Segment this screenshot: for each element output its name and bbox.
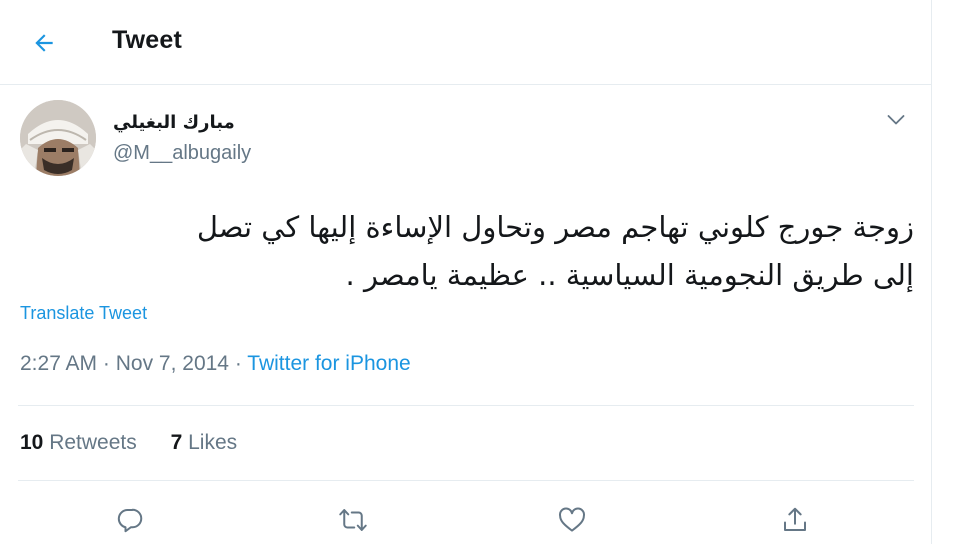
meta-separator: · bbox=[228, 352, 248, 375]
page-title: Tweet bbox=[112, 26, 182, 54]
retweets-count: 10 bbox=[20, 431, 44, 454]
translate-tweet-link[interactable]: Translate Tweet bbox=[20, 303, 147, 324]
tweet-text: زوجة جورج كلوني تهاجم مصر وتحاول الإساءة… bbox=[18, 203, 914, 299]
more-options-button[interactable] bbox=[882, 108, 910, 132]
like-button[interactable] bbox=[552, 502, 592, 538]
divider bbox=[18, 480, 914, 481]
retweets-stat[interactable]: 10 Retweets bbox=[20, 431, 137, 454]
meta-separator: · bbox=[97, 352, 116, 375]
tweet-text-line: إلى طريق النجومية السياسية .. عظيمة يامص… bbox=[345, 258, 914, 292]
likes-label: Likes bbox=[188, 431, 238, 454]
reply-button[interactable] bbox=[110, 502, 150, 538]
divider bbox=[18, 405, 914, 406]
tweet-date[interactable]: Nov 7, 2014 bbox=[116, 352, 229, 375]
author-handle[interactable]: @M__albugaily bbox=[113, 142, 251, 165]
likes-count: 7 bbox=[170, 431, 183, 454]
avatar-photo bbox=[20, 100, 96, 176]
tweet-source-link[interactable]: Twitter for iPhone bbox=[247, 352, 410, 375]
author-name[interactable]: مبارك البغيلي bbox=[113, 112, 235, 133]
retweet-icon bbox=[339, 509, 367, 531]
like-icon bbox=[559, 507, 585, 532]
back-button[interactable] bbox=[24, 23, 64, 63]
tweet-meta: 2:27 AM · Nov 7, 2014 · Twitter for iPho… bbox=[20, 352, 411, 376]
likes-stat[interactable]: 7 Likes bbox=[171, 431, 238, 454]
tweet-text-line: زوجة جورج كلوني تهاجم مصر وتحاول الإساءة… bbox=[196, 210, 914, 244]
tweet-time[interactable]: 2:27 AM bbox=[20, 352, 97, 375]
share-button[interactable] bbox=[775, 502, 815, 538]
share-icon bbox=[784, 507, 806, 531]
reply-icon bbox=[117, 508, 143, 533]
chevron-down-icon bbox=[887, 115, 905, 125]
avatar[interactable] bbox=[20, 100, 96, 176]
retweet-button[interactable] bbox=[333, 502, 373, 538]
page-header: Tweet bbox=[0, 0, 931, 85]
retweets-label: Retweets bbox=[49, 431, 137, 454]
arrow-left-icon bbox=[35, 34, 53, 52]
tweet-column: Tweet مبارك البغيلي @M__albugaily زوجة ج… bbox=[0, 0, 932, 544]
tweet-stats: 10 Retweets 7 Likes bbox=[20, 431, 265, 455]
